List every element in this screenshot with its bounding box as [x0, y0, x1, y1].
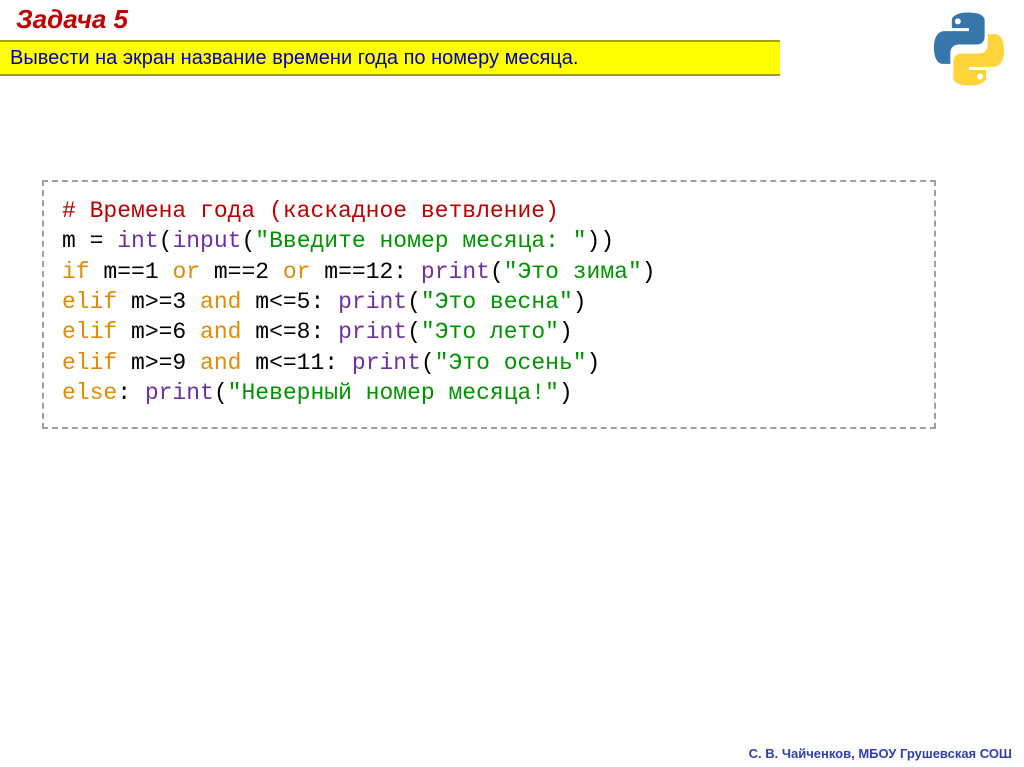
code-expr: m<=11: — [241, 350, 351, 376]
code-if: if — [62, 259, 90, 285]
code-line-3: if m==1 or m==2 or m==12: print("Это зим… — [62, 257, 916, 287]
code-string: "Это весна" — [421, 289, 573, 315]
code-var: m = — [62, 228, 117, 254]
code-paren: ) — [559, 380, 573, 406]
code-elif: elif — [62, 350, 117, 376]
code-paren: ) — [559, 319, 573, 345]
code-expr: m==1 — [90, 259, 173, 285]
code-line-6: elif m>=9 and m<=11: print("Это осень") — [62, 348, 916, 378]
code-string: "Это осень" — [435, 350, 587, 376]
code-paren: ( — [490, 259, 504, 285]
code-line-4: elif m>=3 and m<=5: print("Это весна") — [62, 287, 916, 317]
code-print: print — [352, 350, 421, 376]
task-title: Задача 5 — [16, 4, 128, 35]
code-elif: elif — [62, 319, 117, 345]
footer-credit: С. В. Чайченков, МБОУ Грушевская СОШ — [749, 746, 1012, 761]
code-paren: ( — [214, 380, 228, 406]
code-expr: m>=9 — [117, 350, 200, 376]
code-line-2: m = int(input("Введите номер месяца: ")) — [62, 226, 916, 256]
code-else: else — [62, 380, 117, 406]
code-expr: m<=5: — [241, 289, 338, 315]
code-paren: ( — [241, 228, 255, 254]
code-or: or — [283, 259, 311, 285]
code-and: and — [200, 350, 241, 376]
code-paren: ( — [407, 289, 421, 315]
code-print: print — [338, 319, 407, 345]
code-print: print — [421, 259, 490, 285]
code-paren: ) — [587, 350, 601, 376]
code-or: or — [172, 259, 200, 285]
subtitle-text: Вывести на экран название времени года п… — [10, 47, 578, 70]
code-string: "Это зима" — [504, 259, 642, 285]
code-print: print — [338, 289, 407, 315]
code-comment: # Времена года (каскадное ветвление) — [62, 198, 559, 224]
code-print: print — [145, 380, 214, 406]
code-string: "Введите номер месяца: " — [255, 228, 586, 254]
code-and: and — [200, 319, 241, 345]
code-expr: m>=3 — [117, 289, 200, 315]
code-paren: ) — [642, 259, 656, 285]
code-expr: m>=6 — [117, 319, 200, 345]
code-line-7: else: print("Неверный номер месяца!") — [62, 378, 916, 408]
code-expr: m==12: — [310, 259, 420, 285]
code-expr: m==2 — [200, 259, 283, 285]
python-logo-icon — [928, 8, 1010, 90]
code-elif: elif — [62, 289, 117, 315]
code-int: int — [117, 228, 158, 254]
code-expr: m<=8: — [241, 319, 338, 345]
code-paren: ( — [421, 350, 435, 376]
code-input: input — [172, 228, 241, 254]
code-paren: )) — [587, 228, 615, 254]
code-colon: : — [117, 380, 145, 406]
code-line-1: # Времена года (каскадное ветвление) — [62, 196, 916, 226]
code-paren: ( — [407, 319, 421, 345]
code-and: and — [200, 289, 241, 315]
code-string: "Неверный номер месяца!" — [228, 380, 559, 406]
code-paren: ) — [573, 289, 587, 315]
code-paren: ( — [159, 228, 173, 254]
subtitle-bar: Вывести на экран название времени года п… — [0, 40, 780, 76]
code-block: # Времена года (каскадное ветвление) m =… — [42, 180, 936, 429]
code-line-5: elif m>=6 and m<=8: print("Это лето") — [62, 317, 916, 347]
code-string: "Это лето" — [421, 319, 559, 345]
